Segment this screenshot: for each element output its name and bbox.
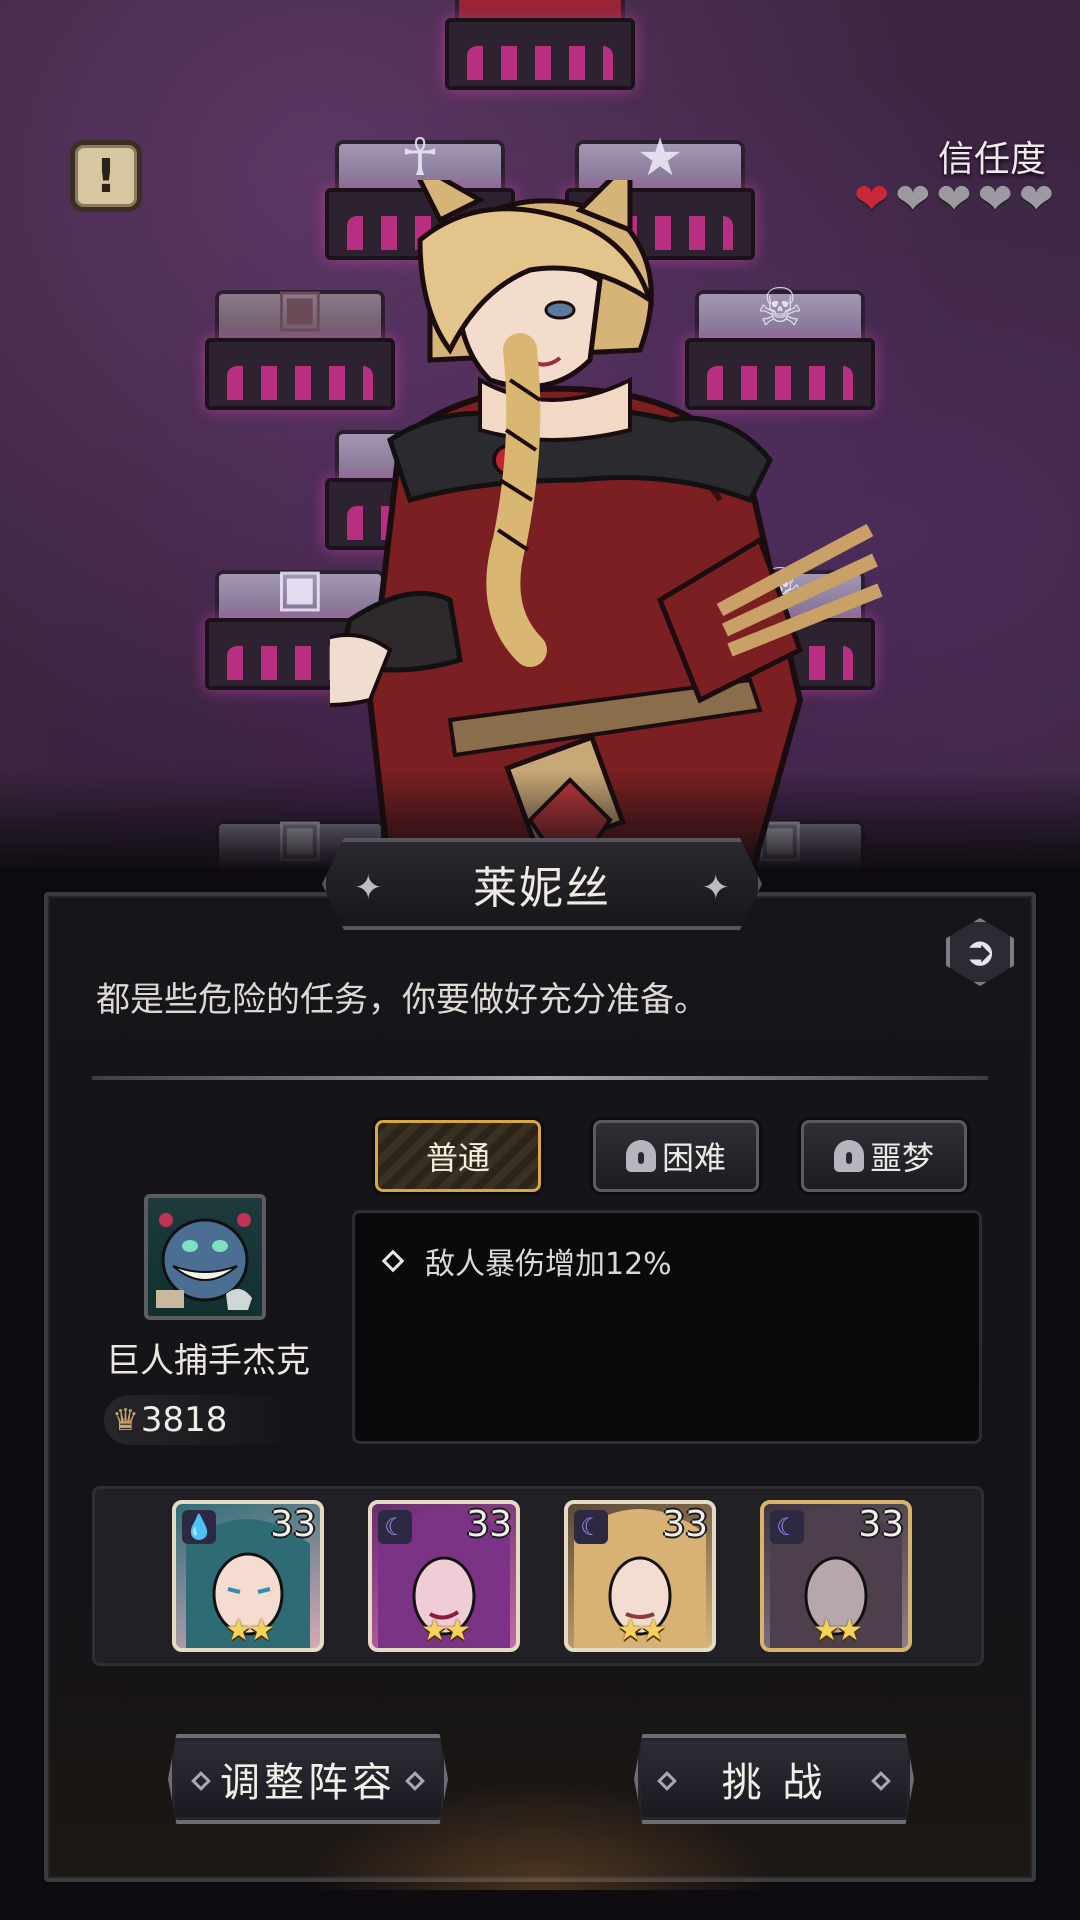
hero-level: 33 <box>858 1504 904 1545</box>
sparkle-icon: ✦ <box>701 868 731 908</box>
diamond-ornament-icon <box>191 1771 211 1791</box>
hero-slot-2[interactable]: ☾ 33 ★★ <box>368 1500 520 1652</box>
trust-hearts: ❤ ❤ ❤ ❤ ❤ <box>854 178 1054 220</box>
diamond-ornament-icon <box>405 1771 425 1791</box>
boss-avatar[interactable] <box>144 1194 266 1320</box>
power-value: 3818 <box>140 1400 228 1440</box>
adjust-lineup-button[interactable]: 调整阵容 <box>168 1734 448 1824</box>
npc-name: 莱妮丝 <box>473 863 611 914</box>
diamond-ornament-icon <box>657 1771 677 1791</box>
heart-empty-icon: ❤ <box>1018 174 1054 223</box>
tab-nightmare[interactable]: 噩梦 <box>801 1120 967 1192</box>
button-label: 挑 战 <box>721 1760 827 1806</box>
moon-element-icon: ☾ <box>770 1510 804 1544</box>
lock-icon <box>625 1140 656 1172</box>
tab-label: 困难 <box>661 1139 726 1177</box>
hero-stars: ★★ <box>617 1613 667 1648</box>
boss-name: 巨人捕手杰克 <box>106 1341 310 1381</box>
divider <box>92 1076 988 1080</box>
buff-text: 敌人暴伤增加12% <box>425 1247 672 1282</box>
tab-hard[interactable]: 困难 <box>593 1120 759 1192</box>
map-scene: ☥ ★ ▣ ☠ ⚗ ▣ ☠ ▣ ▣ <box>0 0 1080 890</box>
button-label: 调整阵容 <box>220 1760 396 1806</box>
buff-list: 敌人暴伤增加12% <box>352 1210 982 1444</box>
treasure-chest-icon: ▣ <box>275 278 325 338</box>
sparkle-icon: ✦ <box>354 868 383 908</box>
hero-stars: ★★ <box>225 1613 275 1648</box>
hero-level: 33 <box>270 1504 316 1545</box>
hero-stars: ★★ <box>813 1613 863 1648</box>
hero-slot-4[interactable]: ☾ 33 ★★ <box>760 1500 912 1652</box>
arrow-switch-icon: ➲ <box>963 929 997 975</box>
moon-element-icon: ☾ <box>378 1510 412 1544</box>
exclamation-icon: ! <box>95 149 117 203</box>
lock-icon <box>833 1140 864 1172</box>
boss-portrait <box>156 1213 252 1310</box>
moneybag-icon: ★ <box>636 128 684 188</box>
hero-level: 33 <box>662 1504 708 1545</box>
tab-normal[interactable]: 普通 <box>375 1120 541 1192</box>
npc-dialogue: 都是些危险的任务，你要做好充分准备。 <box>96 980 708 1020</box>
diamond-ornament-icon <box>871 1771 891 1791</box>
heart-empty-icon: ❤ <box>936 174 972 223</box>
moon-element-icon: ☾ <box>574 1510 608 1544</box>
alert-button[interactable]: ! <box>70 140 142 212</box>
buff-item: 敌人暴伤增加12% <box>381 1239 672 1283</box>
challenge-button[interactable]: 挑 战 <box>634 1734 914 1824</box>
tab-label: 噩梦 <box>869 1139 934 1177</box>
angel-icon: ☥ <box>400 128 440 188</box>
tab-label: 普通 <box>425 1139 490 1177</box>
heart-empty-icon: ❤ <box>977 174 1013 223</box>
chest-icon: ▣ <box>275 558 325 618</box>
hero-slot-1[interactable]: 💧 33 ★★ <box>172 1500 324 1652</box>
npc-name-plate: ✦ 莱妮丝 ✦ <box>322 838 762 930</box>
water-element-icon: 💧 <box>182 1510 216 1544</box>
hero-slot-3[interactable]: ☾ 33 ★★ <box>564 1500 716 1652</box>
boss-power: ♛ 3818 <box>104 1395 294 1445</box>
heart-filled-icon: ❤ <box>853 174 890 223</box>
heart-empty-icon: ❤ <box>895 174 931 223</box>
diamond-bullet-icon <box>381 1249 405 1273</box>
crown-icon: ♛ <box>112 1402 139 1438</box>
hero-stars: ★★ <box>421 1613 471 1648</box>
hero-level: 33 <box>466 1504 512 1545</box>
map-node-red-tower[interactable] <box>445 0 635 90</box>
